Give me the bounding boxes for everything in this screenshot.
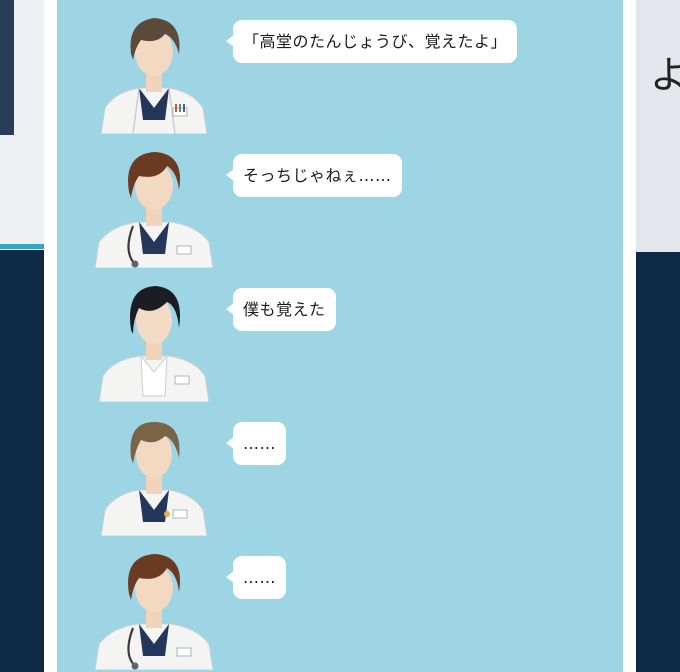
chat-message: 僕も覚えた	[57, 268, 623, 402]
doctor-avatar-icon	[100, 422, 208, 536]
doctor-avatar-icon	[94, 152, 214, 268]
speech-bubble: ……	[226, 556, 286, 599]
chat-message: ……	[57, 536, 623, 670]
background-glyph: よ	[650, 53, 680, 97]
doctor-avatar-icon	[98, 286, 210, 402]
doctor-avatar-icon	[100, 18, 208, 134]
background-left-panel	[0, 0, 44, 672]
chat-message: そっちじゃねぇ……	[57, 134, 623, 268]
chat-log[interactable]: 「高堂のたんじょうび、覚えたよ」 そっちじゃねぇ…… 僕も覚えた …… ……	[57, 0, 623, 672]
speech-bubble: ……	[226, 422, 286, 465]
background-right-panel: よ	[636, 0, 680, 672]
chat-message: ……	[57, 402, 623, 536]
speech-bubble: 僕も覚えた	[226, 288, 336, 331]
doctor-avatar-icon	[94, 554, 214, 670]
speech-bubble: 「高堂のたんじょうび、覚えたよ」	[225, 20, 518, 63]
speech-bubble: そっちじゃねぇ……	[226, 154, 402, 197]
chat-message: 「高堂のたんじょうび、覚えたよ」	[57, 0, 623, 134]
chat-modal: 「高堂のたんじょうび、覚えたよ」 そっちじゃねぇ…… 僕も覚えた …… ……	[44, 0, 636, 672]
